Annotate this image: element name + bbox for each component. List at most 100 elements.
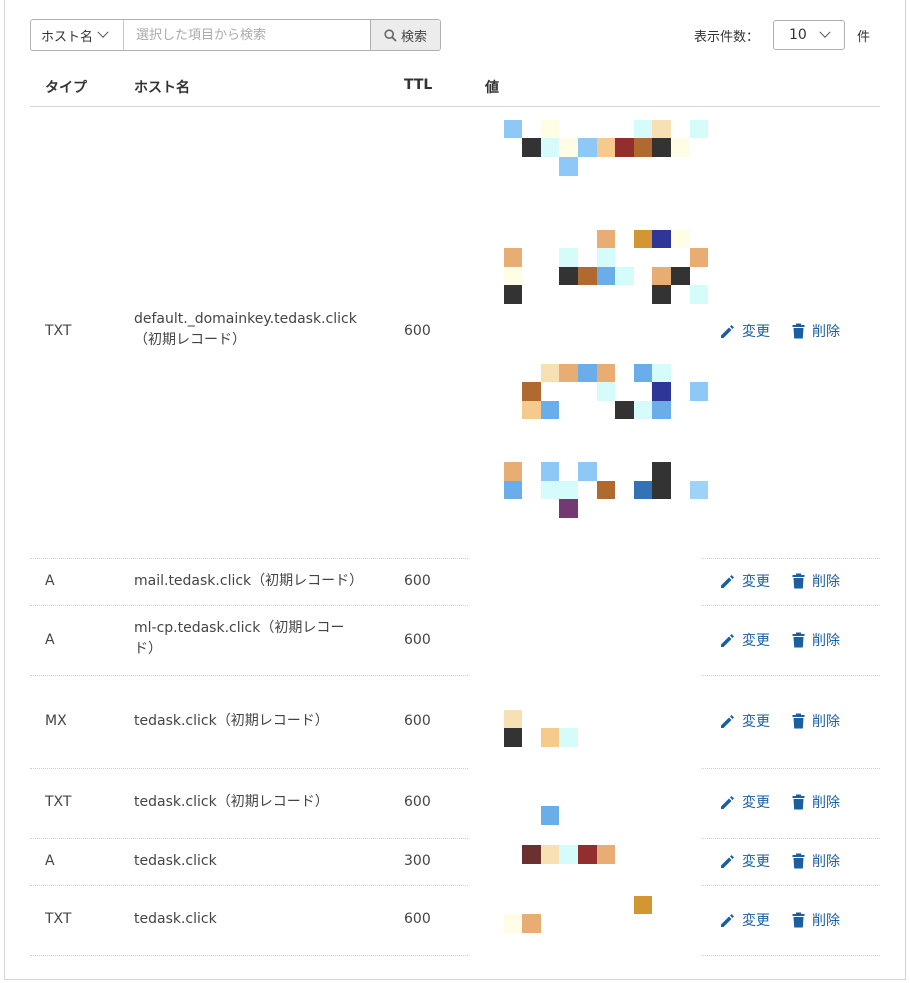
delete-label: 削除 (812, 854, 840, 870)
redaction-pixel (559, 138, 578, 157)
redaction-pixel (633, 363, 653, 383)
edit-label: 変更 (742, 714, 770, 730)
redaction-pixel (652, 285, 671, 304)
redaction-pixel (559, 363, 578, 383)
record-type: TXT (45, 323, 72, 339)
redaction-pixel (503, 914, 523, 933)
edit-label: 変更 (742, 854, 770, 870)
page-size-label: 表示件数： (694, 29, 760, 45)
redaction-pixel (522, 845, 541, 864)
edit-label: 変更 (742, 633, 770, 649)
redaction-pixel (652, 229, 671, 249)
record-ttl: 600 (404, 911, 431, 927)
redaction-pixel (689, 248, 709, 267)
redaction-pixel (503, 480, 523, 500)
redaction-pixel (578, 266, 597, 286)
redaction-pixel (522, 382, 541, 401)
redaction-pixel (689, 480, 709, 500)
redaction-pixel (503, 248, 523, 267)
redaction-pixel (652, 266, 671, 286)
redaction-pixel (596, 266, 616, 286)
search-input[interactable] (124, 20, 370, 50)
redaction-pixel (503, 728, 523, 747)
record-host: tedask.click (134, 853, 217, 869)
pencil-icon (721, 633, 734, 647)
delete-button[interactable]: 削除 (792, 571, 840, 591)
search-button-label: 検索 (400, 29, 427, 45)
redaction-pixel (540, 119, 560, 139)
table-row: A mail.tedask.click（初期レコード） 600 変更 削除 (30, 559, 880, 606)
redaction-pixel (559, 728, 578, 747)
redaction-pixel (596, 480, 616, 500)
redaction-pixel (652, 363, 671, 383)
redaction-pixel (596, 845, 616, 864)
redaction-pixel (596, 363, 616, 383)
trash-icon (792, 323, 805, 339)
redaction-pixel (503, 266, 523, 286)
delete-button[interactable]: 削除 (792, 910, 840, 930)
header-type: タイプ (45, 80, 87, 96)
dns-records-panel: ホスト名 検索 表示件数： 10 件 タイプ ホスト名 TTL 値 TXT de… (4, 0, 906, 980)
redaction-pixel (578, 845, 597, 864)
record-ttl: 600 (404, 573, 431, 589)
edit-button[interactable]: 変更 (720, 321, 770, 341)
redaction-pixel (559, 266, 578, 286)
redaction-pixel (578, 462, 597, 481)
table-row: A ml-cp.tedask.click（初期レコード） 600 変更 削除 (30, 606, 880, 676)
delete-label: 削除 (812, 795, 840, 811)
edit-button[interactable]: 変更 (720, 910, 770, 930)
record-type: A (45, 853, 55, 869)
redaction-pixel (671, 266, 690, 286)
search-button[interactable]: 検索 (370, 20, 440, 50)
delete-button[interactable]: 削除 (792, 851, 840, 871)
delete-button[interactable]: 削除 (792, 792, 840, 812)
header-ttl: TTL (404, 77, 433, 93)
trash-icon (792, 912, 805, 928)
page-size-select[interactable]: 10 (773, 20, 846, 50)
delete-button[interactable]: 削除 (792, 321, 840, 341)
edit-button[interactable]: 変更 (720, 630, 770, 650)
table-row: TXT default._domainkey.tedask.click（初期レコ… (30, 107, 880, 559)
search-icon (384, 28, 397, 42)
redaction-pixel (522, 138, 541, 157)
pencil-icon (721, 714, 734, 728)
record-ttl: 600 (404, 632, 431, 648)
record-type: TXT (45, 911, 72, 927)
redaction-pixel (671, 138, 690, 157)
redaction-pixel (671, 229, 690, 249)
redaction-pixel (633, 229, 653, 249)
chevron-down-icon (97, 26, 109, 38)
redaction-pixel (559, 157, 578, 176)
redaction-pixel (596, 248, 616, 267)
delete-label: 削除 (812, 913, 840, 929)
edit-button[interactable]: 変更 (720, 792, 770, 812)
redaction-pixel (522, 400, 541, 420)
redaction-pixel (503, 285, 523, 304)
edit-button[interactable]: 変更 (720, 711, 770, 731)
search-field-select[interactable]: ホスト名 (31, 20, 124, 50)
redaction-pixel (633, 400, 653, 420)
redaction-pixel (615, 266, 634, 286)
redaction-pixel (540, 400, 560, 420)
record-host: mail.tedask.click（初期レコード） (134, 573, 364, 589)
redaction-pixel (540, 462, 560, 481)
redaction-pixel (540, 806, 560, 825)
edit-button[interactable]: 変更 (720, 851, 770, 871)
edit-button[interactable]: 変更 (720, 571, 770, 591)
record-ttl: 600 (404, 713, 431, 729)
delete-button[interactable]: 削除 (792, 630, 840, 650)
record-host: default._domainkey.tedask.click（初期レコード） (134, 311, 357, 348)
redaction-pixel (596, 229, 616, 249)
redaction-pixel (689, 119, 709, 139)
delete-button[interactable]: 削除 (792, 711, 840, 731)
redaction-pixel (689, 285, 709, 304)
redaction-pixel (652, 400, 671, 420)
redaction-pixel (559, 480, 578, 500)
redaction-pixel (652, 119, 671, 139)
record-type: A (45, 573, 55, 589)
redaction-pixel (503, 709, 523, 728)
redaction-pixel (652, 480, 671, 500)
pencil-icon (721, 854, 734, 868)
trash-icon (792, 853, 805, 869)
header-value: 値 (485, 80, 499, 96)
